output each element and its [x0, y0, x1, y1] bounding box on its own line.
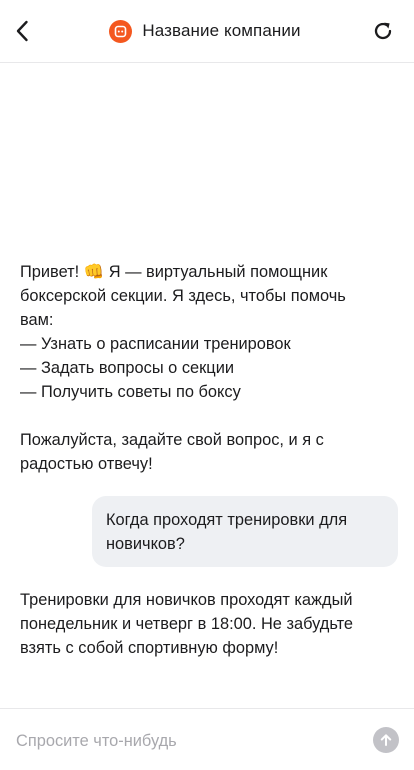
header-title-group: Название компании [109, 19, 301, 43]
message-line: — Получить советы по боксу [20, 383, 241, 401]
message-line: — Узнать о расписании тренировок [20, 335, 291, 353]
message-input[interactable] [16, 727, 356, 755]
send-button[interactable] [373, 727, 399, 753]
message-line: новичков? [106, 535, 185, 553]
message-line: взять с собой спортивную форму! [20, 639, 279, 657]
user-message-bubble: Когда проходят тренировки для новичков? [92, 496, 398, 567]
message-line: боксерской секции. Я здесь, чтобы помочь [20, 287, 346, 305]
chevron-left-icon [16, 20, 28, 42]
message-line: понедельник и четверг в 18:00. Не забудь… [20, 615, 354, 633]
arrow-up-icon [380, 734, 392, 746]
bot-message: Тренировки для новичков проходят каждый … [20, 588, 380, 660]
chat-screen: Название компании Привет! 👊 Я — виртуаль… [0, 0, 414, 770]
message-line: вам: [20, 311, 54, 329]
message-line: Пожалуйста, задайте свой вопрос, и я с [20, 431, 324, 449]
chat-header: Название компании [0, 0, 414, 63]
company-logo-icon [109, 19, 133, 43]
back-button[interactable] [8, 14, 36, 48]
page-title: Название компании [142, 21, 301, 40]
message-composer [0, 708, 414, 770]
message-line: Привет! 👊 Я — виртуальный помощник [20, 263, 328, 281]
message-line: радостью отвечу! [20, 455, 153, 473]
message-line: Когда проходят тренировки для [106, 511, 348, 529]
message-line: — Задать вопросы о секции [20, 359, 235, 377]
message-line: Тренировки для новичков проходят каждый [20, 591, 353, 609]
bot-message: Привет! 👊 Я — виртуальный помощник боксе… [20, 260, 380, 476]
refresh-button[interactable] [368, 16, 398, 46]
refresh-icon [374, 22, 392, 40]
